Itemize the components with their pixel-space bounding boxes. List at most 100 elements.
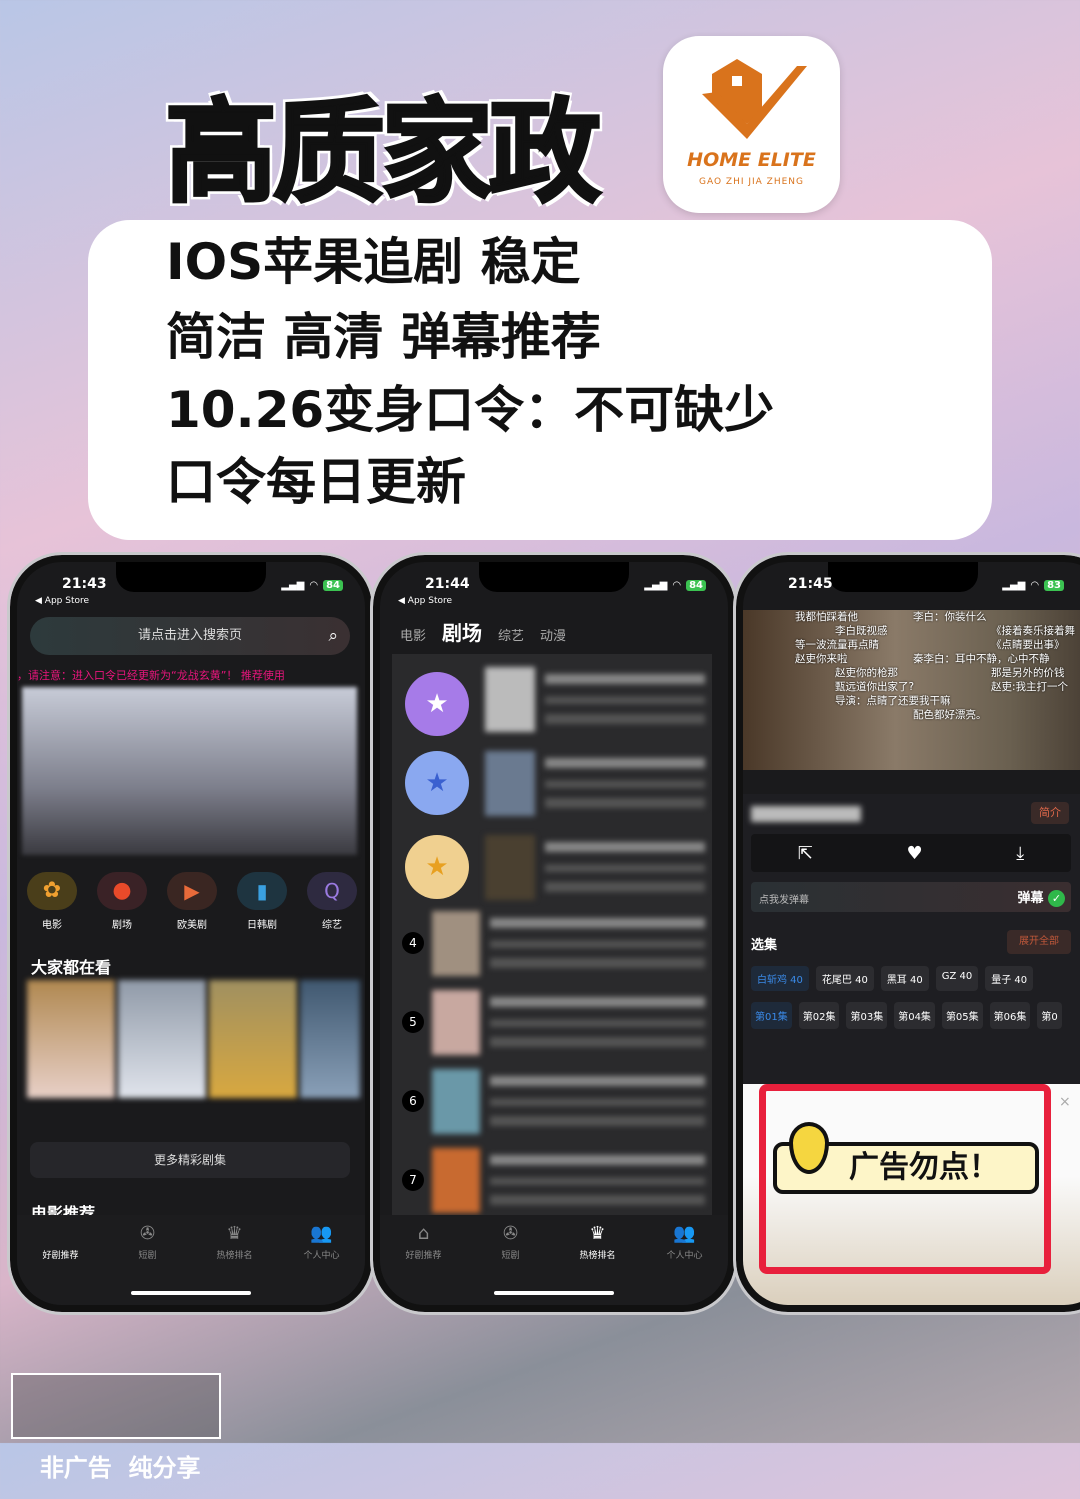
top-tab-movie[interactable]: 电影 <box>400 625 426 644</box>
list-item[interactable]: ★ <box>400 830 705 910</box>
poster[interactable] <box>300 980 360 1098</box>
episode-button[interactable]: 第06集 <box>989 1002 1031 1029</box>
play-icon: ▶ <box>167 872 217 910</box>
rank-badge: 7 <box>402 1169 424 1191</box>
source-option[interactable]: 量子 40 <box>985 966 1034 991</box>
tab-profile[interactable]: 👥 个人中心 <box>655 1223 715 1305</box>
episode-row: 第01集 第02集 第03集 第04集 第05集 第06集 第0 <box>751 1002 1062 1029</box>
medal-blue-icon: ★ <box>405 751 469 815</box>
source-option[interactable]: GZ 40 <box>935 966 979 991</box>
headline: 高质家政 <box>164 87 603 220</box>
status-time: 21:45 <box>788 576 833 592</box>
search-icon[interactable]: ⌕ <box>328 617 338 655</box>
show-title <box>751 806 861 822</box>
phone-home-screen: 21:43 ◀ App Store ▂▄▆ ◠ 84 请点击进入搜索页 ⌕ ，请注意… <box>7 552 375 1315</box>
notice-marquee: ，请注意：进入口令已经更新为“龙战玄黄”！ 推荐使用 <box>17 669 285 682</box>
danmaku-toggle[interactable]: 弹幕 ✓ <box>1017 887 1065 907</box>
detail-panel: 简介 ⇱ ♥ ⤓ 点我发弹幕 弹幕 ✓ 选集 展开全部 白斩鸡 40 花尾巴 40 … <box>743 794 1080 1094</box>
download-icon[interactable]: ⤓ <box>1016 843 1024 864</box>
list-item[interactable]: 7 <box>400 1143 705 1218</box>
list-item[interactable]: ★ <box>400 746 705 826</box>
heart-icon[interactable]: ♥ <box>906 843 922 864</box>
share-icon[interactable]: ⇱ <box>798 843 813 864</box>
danmaku-layer: 我都怕踩着他 李白：你装什么 李白既视感 《接着奏乐接着舞 等一波流量再点睛 《… <box>795 611 1075 721</box>
source-option[interactable]: 白斩鸡 40 <box>751 966 809 991</box>
ad-warning-label: 广告勿点！ <box>773 1122 1039 1194</box>
category-jk[interactable]: ▮ 日韩剧 <box>237 872 287 931</box>
category-theater[interactable]: ● 剧场 <box>97 872 147 931</box>
medal-purple-icon: ★ <box>405 672 469 736</box>
blocks-icon: ▮ <box>237 872 287 910</box>
house-check-icon <box>701 59 807 139</box>
status-time: 21:44 <box>425 576 470 592</box>
poster[interactable] <box>27 980 115 1098</box>
episode-button[interactable]: 第01集 <box>751 1002 792 1029</box>
footer-badge: 非广告 纯分享 <box>11 1373 221 1482</box>
danmaku-input[interactable]: 点我发弹幕 <box>759 891 809 906</box>
flower-icon: ✿ <box>27 872 77 910</box>
category-variety[interactable]: Q 综艺 <box>307 872 357 931</box>
poster-row <box>27 980 360 1098</box>
feature-card: IOS苹果追剧 稳定 简洁 高清 弹幕推荐 10.26变身口令：不可缺少 口令每… <box>88 220 992 540</box>
q-icon: Q <box>307 872 357 910</box>
card-line: 10.26变身口令：不可缺少 <box>166 381 775 439</box>
list-item[interactable]: 4 <box>400 906 705 981</box>
status-icons: ▂▄▆ ◠ 84 <box>644 580 706 591</box>
top-tab-theater[interactable]: 剧场 <box>442 617 482 646</box>
phone-ranking-screen: 21:44 ◀ App Store ▂▄▆ ◠ 84 电影 剧场 综艺 动漫 ★ ★… <box>370 552 738 1315</box>
app-logo: HOME ELITE GAO ZHI JIA ZHENG <box>663 36 840 213</box>
crown-icon: ♛ <box>226 1223 243 1244</box>
ranking-list: ★ ★ ★ 4 5 6 7 <box>392 654 712 1224</box>
source-row: 白斩鸡 40 花尾巴 40 黑耳 40 GZ 40 量子 40 <box>751 966 1034 991</box>
episodes-title: 选集 <box>751 938 778 953</box>
lantern-icon: ● <box>97 872 147 910</box>
expand-all-button[interactable]: 展开全部 <box>1007 930 1071 954</box>
hero-banner[interactable] <box>22 687 357 855</box>
card-line: IOS苹果追剧 稳定 <box>166 233 581 291</box>
ad-banner[interactable]: × 广告勿点！ <box>743 1084 1080 1305</box>
list-item[interactable]: 6 <box>400 1064 705 1139</box>
card-line: 口令每日更新 <box>166 453 466 511</box>
episode-button[interactable]: 第05集 <box>941 1002 983 1029</box>
crown-icon: ♛ <box>589 1223 606 1244</box>
film-reel-icon: ✇ <box>139 1223 156 1244</box>
episode-button[interactable]: 第0 <box>1037 1002 1062 1029</box>
episode-button[interactable]: 第04集 <box>894 1002 935 1029</box>
top-tab-anime[interactable]: 动漫 <box>540 625 566 644</box>
status-time: 21:43 <box>62 576 107 592</box>
search-bar[interactable]: 请点击进入搜索页 ⌕ <box>30 617 350 655</box>
users-icon: 👥 <box>673 1223 696 1244</box>
back-to-app-store[interactable]: ◀ App Store <box>398 596 452 606</box>
tab-profile[interactable]: 👥 个人中心 <box>292 1223 352 1305</box>
ad-close-icon[interactable]: × <box>1059 1094 1071 1110</box>
episode-button[interactable]: 第03集 <box>846 1002 888 1029</box>
top-tabs: 电影 剧场 综艺 动漫 <box>400 617 566 646</box>
source-option[interactable]: 花尾巴 40 <box>815 966 874 991</box>
status-icons: ▂▄▆ ◠ 84 <box>281 580 343 591</box>
phone-player-screen: 21:45 ▂▄▆ ◠ 83 我都怕踩着他 李白：你装什么 李白既视感 《接着奏乐接… <box>733 552 1080 1315</box>
search-placeholder: 请点击进入搜索页 <box>137 628 242 643</box>
episode-button[interactable]: 第02集 <box>798 1002 840 1029</box>
list-item[interactable]: 5 <box>400 985 705 1060</box>
tab-recommend[interactable]: ⌂好剧推荐 <box>394 1223 454 1305</box>
tab-recommend[interactable]: ⌂好剧推荐 <box>31 1223 91 1305</box>
top-tab-variety[interactable]: 综艺 <box>498 625 524 644</box>
category-row: ✿ 电影 ● 剧场 ▶ 欧美剧 ▮ 日韩剧 Q 综艺 <box>27 872 357 931</box>
poster[interactable] <box>118 980 206 1098</box>
list-item[interactable]: ★ <box>400 662 705 742</box>
more-series-button[interactable]: 更多精彩剧集 <box>30 1142 350 1178</box>
poster[interactable] <box>209 980 297 1098</box>
category-western[interactable]: ▶ 欧美剧 <box>167 872 217 931</box>
logo-brand: HOME ELITE <box>687 149 816 171</box>
status-icons: ▂▄▆ ◠ 83 <box>1002 580 1064 591</box>
check-icon: ✓ <box>1048 890 1065 907</box>
category-movie[interactable]: ✿ 电影 <box>27 872 77 931</box>
medal-gold-icon: ★ <box>405 835 469 899</box>
film-reel-icon: ✇ <box>502 1223 519 1244</box>
intro-button[interactable]: 简介 <box>1031 802 1069 824</box>
back-to-app-store[interactable]: ◀ App Store <box>35 596 89 606</box>
source-option[interactable]: 黑耳 40 <box>880 966 929 991</box>
card-line: 简洁 高清 弹幕推荐 <box>166 308 601 366</box>
danmaku-bar: 点我发弹幕 弹幕 ✓ <box>751 882 1071 912</box>
section-title-watching: 大家都在看 <box>31 958 112 977</box>
